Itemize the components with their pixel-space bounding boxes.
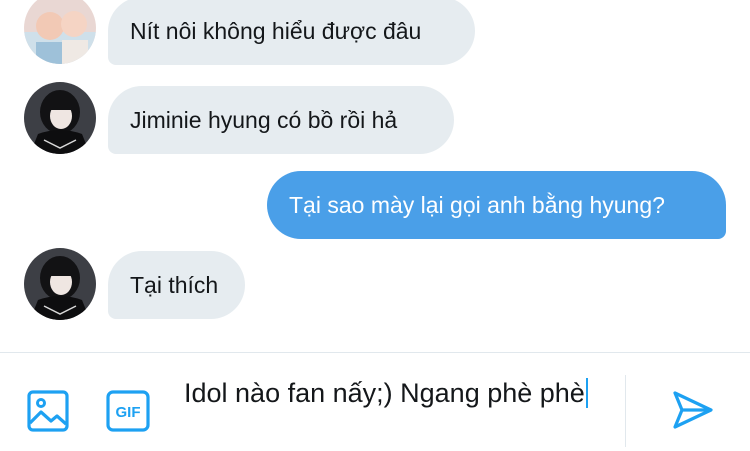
- gif-icon[interactable]: GIF: [106, 390, 150, 437]
- message-input[interactable]: Idol nào fan nấy;) Ngang phè phè: [184, 375, 604, 411]
- message-text: Tại sao mày lại gọi anh bằng hyung?: [289, 191, 665, 218]
- avatar-image-2: [24, 82, 96, 154]
- divider: [625, 375, 626, 447]
- avatar[interactable]: [24, 82, 96, 154]
- avatar-image-3: [24, 248, 96, 320]
- text-caret: [585, 378, 588, 408]
- avatar[interactable]: [24, 0, 96, 64]
- avatar[interactable]: [24, 248, 96, 320]
- avatar-image-1: [24, 0, 96, 64]
- svg-text:GIF: GIF: [116, 404, 141, 421]
- message-text: Jiminie hyung có bồ rồi hả: [130, 106, 398, 133]
- message-composer: GIF Idol nào fan nấy;) Ngang phè phè: [0, 352, 750, 451]
- message-input-text: Idol nào fan nấy;) Ngang phè phè: [184, 378, 585, 408]
- message-bubble[interactable]: Jiminie hyung có bồ rồi hả: [108, 86, 454, 154]
- message-text: Tại thích: [130, 271, 219, 298]
- image-icon[interactable]: [27, 390, 69, 437]
- message-bubble[interactable]: Tại thích: [108, 251, 245, 319]
- message-bubble-outgoing[interactable]: Tại sao mày lại gọi anh bằng hyung?: [267, 171, 726, 239]
- message-bubble[interactable]: Nít nôi không hiểu được đâu: [108, 0, 475, 65]
- message-text: Nít nôi không hiểu được đâu: [130, 17, 422, 44]
- send-icon[interactable]: [672, 390, 714, 435]
